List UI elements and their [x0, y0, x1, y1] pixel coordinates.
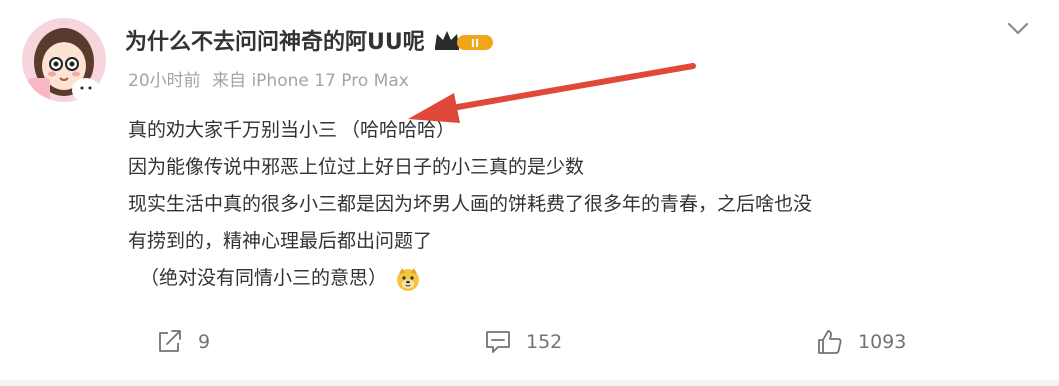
- content-line-5: （绝对没有同情小三的意思）: [140, 267, 388, 289]
- username-row: 为什么不去问问神奇的阿UU呢 II: [125, 22, 495, 58]
- content-line-1-paren: （哈哈哈哈）: [341, 119, 456, 141]
- like-icon: [818, 330, 842, 354]
- vip-badge[interactable]: II: [433, 27, 495, 53]
- content-line-5-row: （绝对没有同情小三的意思）: [128, 260, 1048, 297]
- crown-icon: II: [434, 31, 493, 50]
- chevron-down-icon: [1007, 22, 1029, 35]
- post-time[interactable]: 20小时前: [128, 71, 201, 91]
- like-count: 1093: [858, 331, 907, 353]
- share-count: 9: [198, 331, 211, 353]
- post-meta: 20小时前 来自 iPhone 17 Pro Max: [128, 66, 409, 91]
- weibo-post-card: 为什么不去问问神奇的阿UU呢 II 20小时前 来自 iPhone 17 Pro…: [0, 0, 1059, 386]
- content-line-2: 因为能像传说中邪恶上位过上好日子的小三真的是少数: [128, 156, 585, 178]
- vip-level-label: II: [471, 37, 479, 50]
- comment-count: 152: [526, 331, 563, 353]
- doge-emoji: [395, 266, 421, 292]
- comment-button[interactable]: 152: [484, 322, 562, 362]
- like-button[interactable]: 1093: [816, 322, 906, 362]
- avatar-illustration: [22, 18, 106, 102]
- avatar[interactable]: [22, 18, 106, 102]
- share-icon: [159, 330, 181, 352]
- action-bar: 9 152 1093: [0, 322, 1059, 362]
- post-content: 真的劝大家千万别当小三 （哈哈哈哈） 因为能像传说中邪恶上位过上好日子的小三真的是…: [128, 112, 1048, 297]
- content-line-3: 现实生活中真的很多小三都是因为坏男人画的饼耗费了很多年的青春，之后啥也没: [128, 193, 813, 215]
- content-line: 真的劝大家千万别当小三 （哈哈哈哈）: [128, 112, 1048, 149]
- share-button[interactable]: 9: [156, 322, 210, 362]
- more-options-button[interactable]: [1000, 14, 1036, 44]
- content-line-1-main: 真的劝大家千万别当小三: [128, 119, 338, 141]
- username[interactable]: 为什么不去问问神奇的阿UU呢: [125, 24, 425, 56]
- card-divider: [0, 380, 1059, 386]
- comment-icon: [486, 331, 510, 353]
- post-source: 来自 iPhone 17 Pro Max: [212, 71, 409, 91]
- content-line-4: 有捞到的，精神心理最后都出问题了: [128, 230, 433, 252]
